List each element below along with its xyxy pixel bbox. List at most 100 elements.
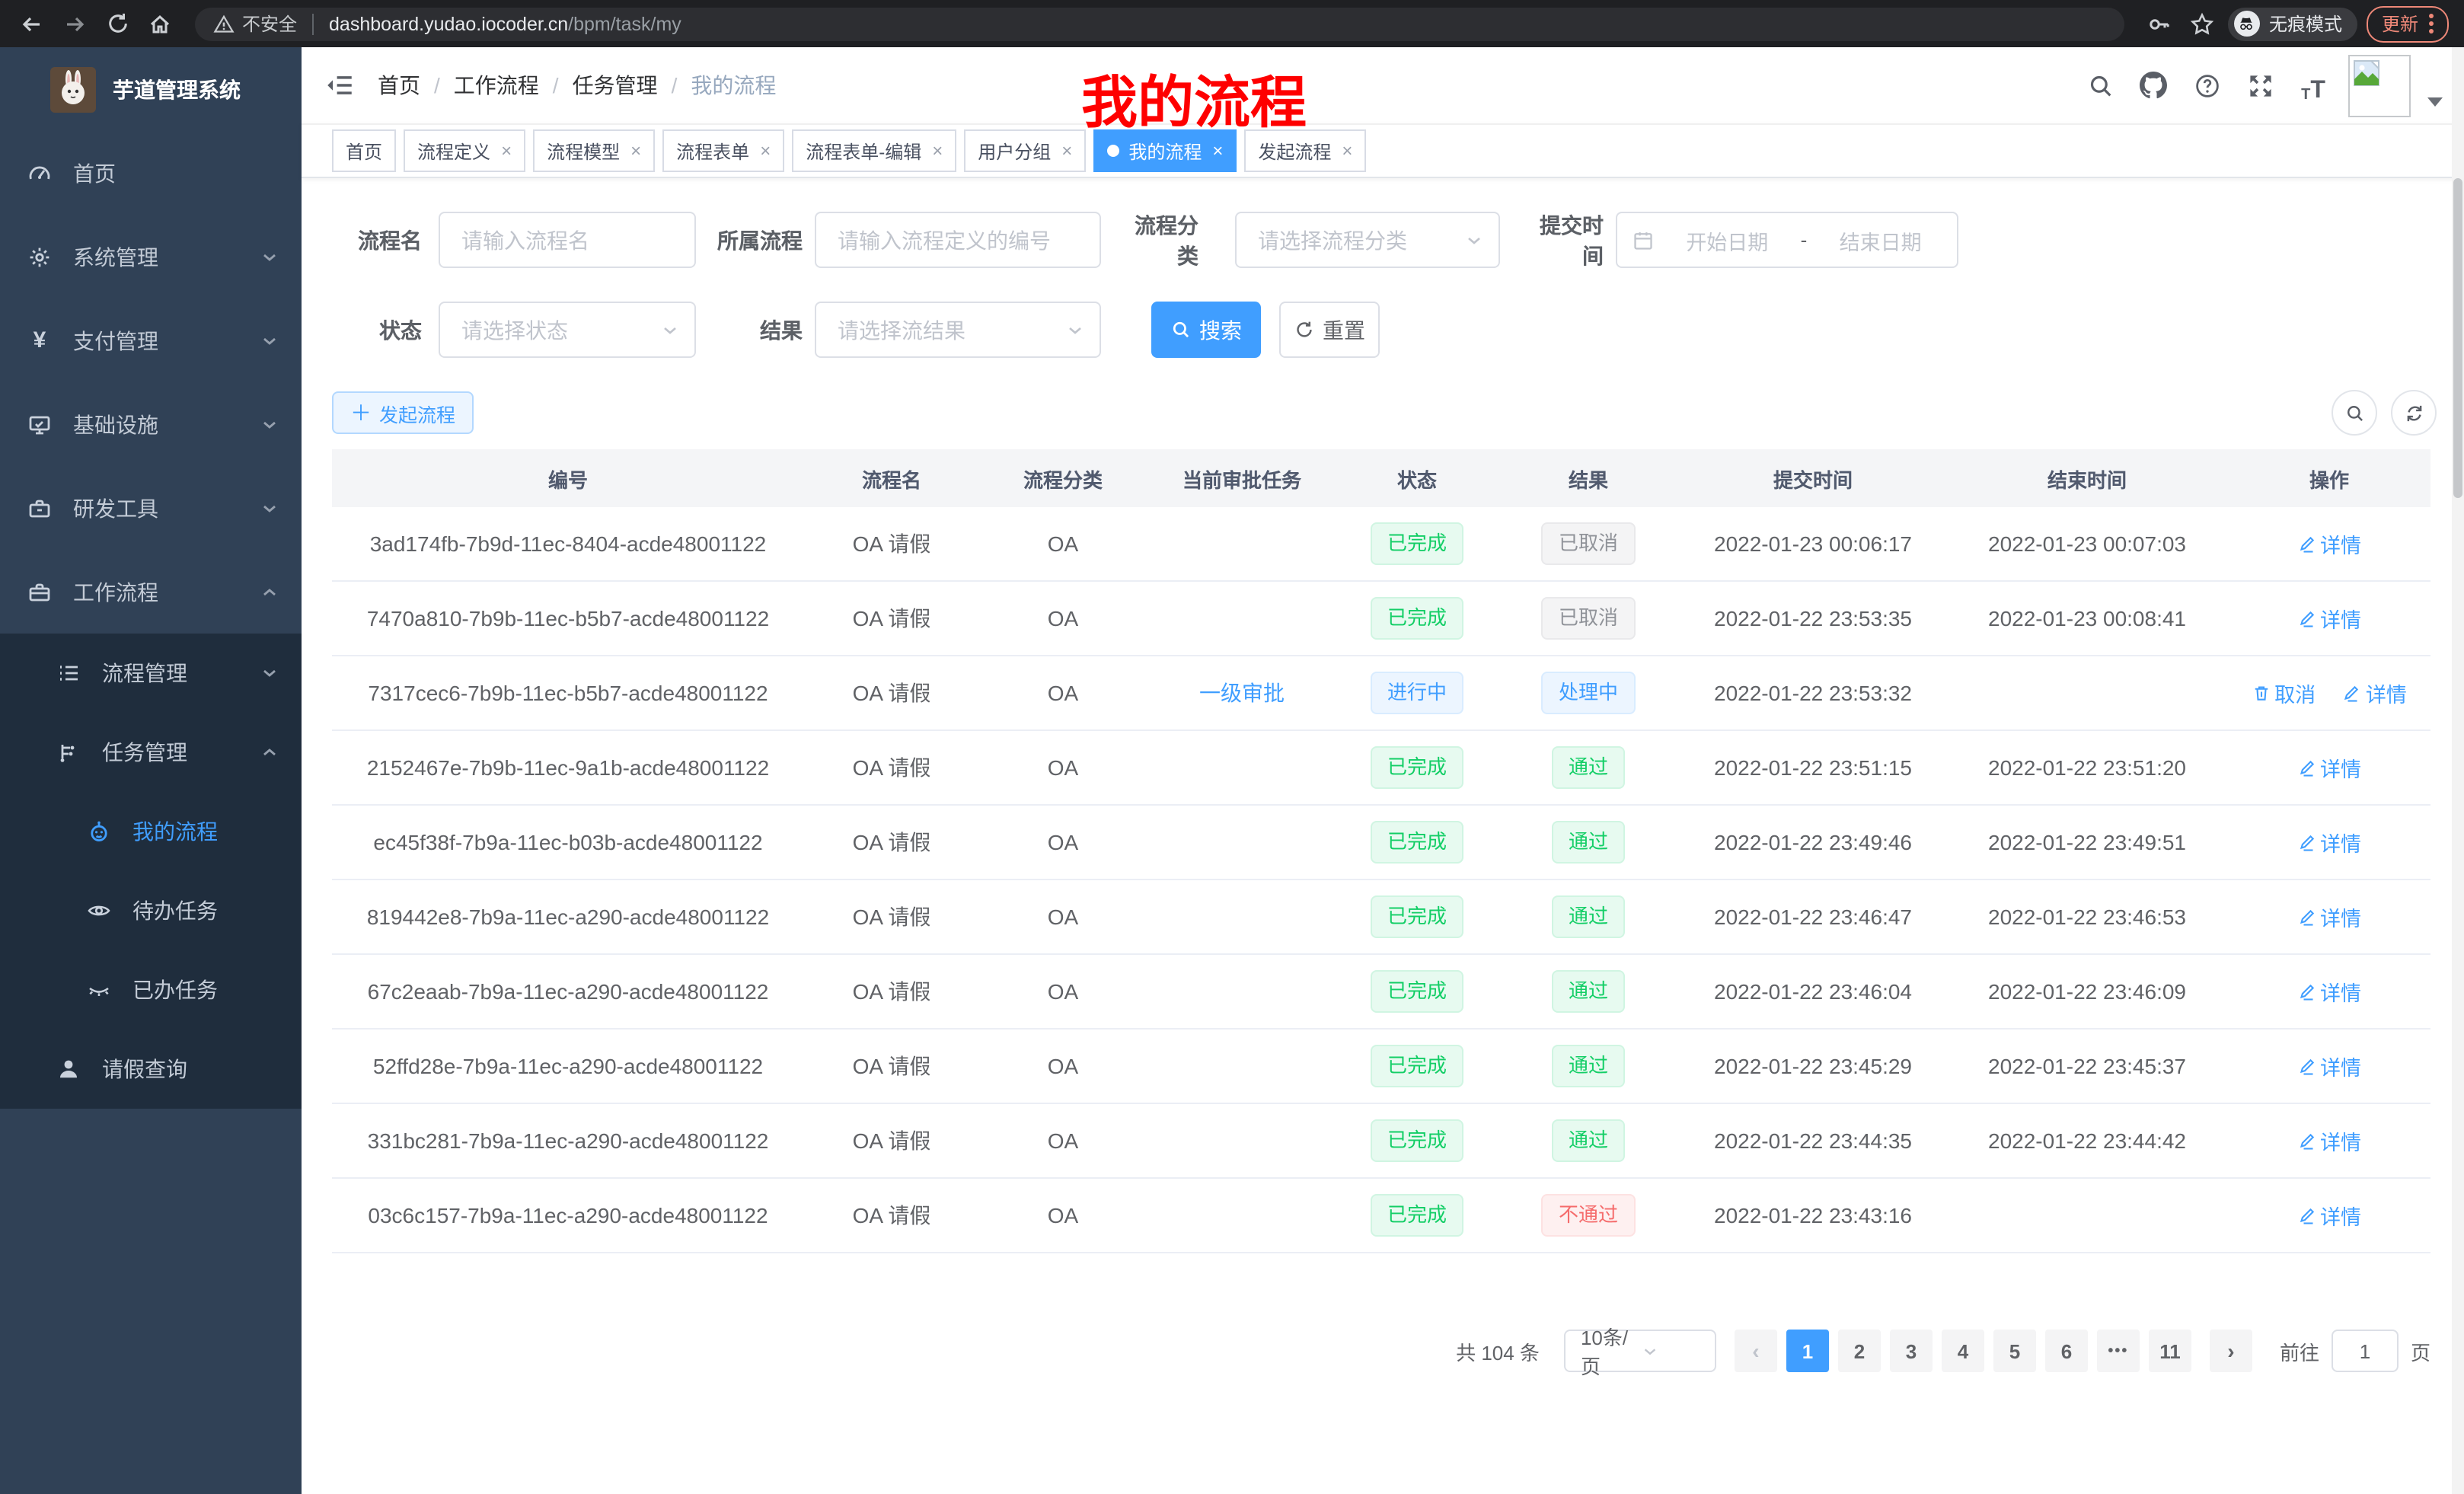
sidebar-item-label: 首页	[73, 158, 116, 188]
detail-link[interactable]: 详情	[2297, 1051, 2361, 1081]
breadcrumb-item[interactable]: 任务管理	[573, 70, 658, 101]
view-tab[interactable]: 流程模型 ×	[533, 129, 655, 172]
refresh-table-button[interactable]	[2391, 390, 2437, 436]
reload-icon[interactable]	[101, 7, 134, 40]
sidebar-item-system[interactable]: 系统管理	[0, 215, 302, 298]
page-scrollbar[interactable]	[2452, 47, 2464, 1494]
tab-close-icon[interactable]: ×	[630, 142, 641, 160]
home-icon[interactable]	[143, 7, 177, 40]
sidebar-item-label: 系统管理	[73, 241, 158, 272]
tab-close-icon[interactable]: ×	[932, 142, 943, 160]
page-number-button[interactable]: 5	[1993, 1330, 2036, 1372]
detail-link[interactable]: 详情	[2297, 752, 2361, 783]
detail-link[interactable]: 详情	[2343, 678, 2407, 708]
sidebar-item-leave-query[interactable]: 请假查询	[0, 1030, 302, 1109]
sidebar-toggle-icon[interactable]	[326, 72, 353, 99]
cell-process-id: 331bc281-7b9a-11ec-a290-acde48001122	[332, 1103, 804, 1178]
font-size-icon[interactable]: TT	[2295, 67, 2332, 104]
sidebar-item-home[interactable]: 首页	[0, 131, 302, 215]
sidebar-item-workflow[interactable]: 工作流程	[0, 550, 302, 634]
cell-process-category: OA	[979, 879, 1147, 954]
page-number-button[interactable]: 2	[1838, 1330, 1881, 1372]
page-size-select[interactable]: 10条/页	[1564, 1330, 1716, 1372]
back-icon[interactable]	[15, 7, 49, 40]
sidebar-item-process-management[interactable]: 流程管理	[0, 634, 302, 713]
detail-link[interactable]: 详情	[2297, 827, 2361, 857]
cell-submit-time: 2022-01-22 23:46:04	[1680, 954, 1946, 1029]
url-text[interactable]: dashboard.yudao.iocoder.cn/bpm/task/my	[329, 13, 681, 34]
tab-close-icon[interactable]: ×	[760, 142, 771, 160]
view-tab[interactable]: 首页	[332, 129, 396, 172]
sidebar-item-my-processes[interactable]: 我的流程	[0, 792, 302, 871]
view-tab[interactable]: 用户分组 ×	[964, 129, 1086, 172]
search-button[interactable]: 搜索	[1151, 302, 1261, 358]
forward-icon[interactable]	[58, 7, 91, 40]
page-number-button[interactable]: 3	[1890, 1330, 1933, 1372]
sidebar-item-todo-tasks[interactable]: 待办任务	[0, 871, 302, 950]
not-secure-badge[interactable]: 不安全	[213, 11, 297, 37]
process-category-label: 流程分类	[1116, 209, 1198, 270]
detail-link[interactable]: 详情	[2297, 603, 2361, 634]
page-number-button[interactable]: 11	[2149, 1330, 2191, 1372]
fullscreen-icon[interactable]	[2242, 67, 2278, 104]
page-number-button[interactable]: 4	[1942, 1330, 1984, 1372]
detail-link[interactable]: 详情	[2297, 902, 2361, 932]
reset-button[interactable]: 重置	[1279, 302, 1380, 358]
cell-process-id: 03c6c157-7b9a-11ec-a290-acde48001122	[332, 1178, 804, 1253]
github-icon[interactable]	[2135, 67, 2172, 104]
cell-actions: 详情	[2228, 1029, 2430, 1103]
sidebar-item-payment[interactable]: ¥ 支付管理	[0, 298, 302, 382]
table-row: 52ffd28e-7b9a-11ec-a290-acde48001122 OA …	[332, 1029, 2430, 1103]
cell-result: 通过	[1497, 1029, 1680, 1103]
view-tab[interactable]: 流程定义 ×	[404, 129, 525, 172]
sidebar-item-infrastructure[interactable]: 基础设施	[0, 382, 302, 466]
next-page-button[interactable]: ›	[2210, 1330, 2252, 1372]
plus-icon: ＋	[350, 402, 372, 423]
detail-link[interactable]: 详情	[2297, 976, 2361, 1007]
process-definition-input[interactable]	[815, 212, 1101, 268]
update-button[interactable]: 更新	[2367, 5, 2449, 42]
page-number-button[interactable]: 1	[1786, 1330, 1829, 1372]
prev-page-button[interactable]: ‹	[1735, 1330, 1777, 1372]
key-icon[interactable]	[2143, 7, 2176, 40]
view-tab[interactable]: 流程表单 ×	[662, 129, 784, 172]
avatar-caret-icon[interactable]	[2427, 97, 2443, 107]
breadcrumb-separator: /	[434, 73, 440, 97]
process-name-input[interactable]	[439, 212, 696, 268]
result-badge: 通过	[1552, 821, 1625, 864]
view-tab[interactable]: 流程表单-编辑 ×	[792, 129, 956, 172]
tab-close-icon[interactable]: ×	[501, 142, 512, 160]
sidebar-item-done-tasks[interactable]: 已办任务	[0, 950, 302, 1030]
browser-menu-icon[interactable]	[2429, 14, 2434, 34]
result-select[interactable]: 请选择流结果	[815, 302, 1101, 358]
goto-page-input[interactable]	[2332, 1330, 2399, 1372]
sidebar-item-task-management[interactable]: 任务管理	[0, 713, 302, 792]
cancel-link[interactable]: 取消	[2252, 678, 2316, 708]
current-task-link[interactable]: 一级审批	[1199, 681, 1285, 705]
sidebar-item-devtools[interactable]: 研发工具	[0, 466, 302, 550]
cell-process-name: OA 请假	[804, 656, 979, 730]
help-icon[interactable]	[2188, 67, 2225, 104]
status-select[interactable]: 请选择状态	[439, 302, 696, 358]
bookmark-star-icon[interactable]	[2185, 7, 2219, 40]
process-category-select[interactable]: 请选择流程分类	[1235, 212, 1500, 268]
page-number-button[interactable]: •••	[2097, 1330, 2140, 1372]
tab-close-icon[interactable]: ×	[1061, 142, 1072, 160]
start-process-button[interactable]: ＋ 发起流程	[332, 391, 474, 434]
detail-link[interactable]: 详情	[2297, 1125, 2361, 1156]
show-search-button[interactable]	[2332, 390, 2377, 436]
page-number-button[interactable]: 6	[2045, 1330, 2088, 1372]
cell-status: 已完成	[1337, 1029, 1497, 1103]
detail-link[interactable]: 详情	[2297, 1200, 2361, 1231]
submit-time-range-picker[interactable]: 开始日期 - 结束日期	[1616, 212, 1958, 268]
tab-close-icon[interactable]: ×	[1342, 142, 1352, 160]
process-name-label: 流程名	[332, 225, 422, 255]
breadcrumb-item[interactable]: 首页	[378, 70, 420, 101]
scrollbar-thumb[interactable]	[2453, 178, 2462, 498]
url-bar[interactable]: 不安全 dashboard.yudao.iocoder.cn/bpm/task/…	[195, 7, 2124, 40]
detail-link[interactable]: 详情	[2297, 528, 2361, 559]
tab-close-icon[interactable]: ×	[1212, 142, 1223, 160]
search-icon[interactable]	[2082, 67, 2118, 104]
avatar[interactable]	[2348, 54, 2411, 117]
breadcrumb-item[interactable]: 工作流程	[454, 70, 539, 101]
